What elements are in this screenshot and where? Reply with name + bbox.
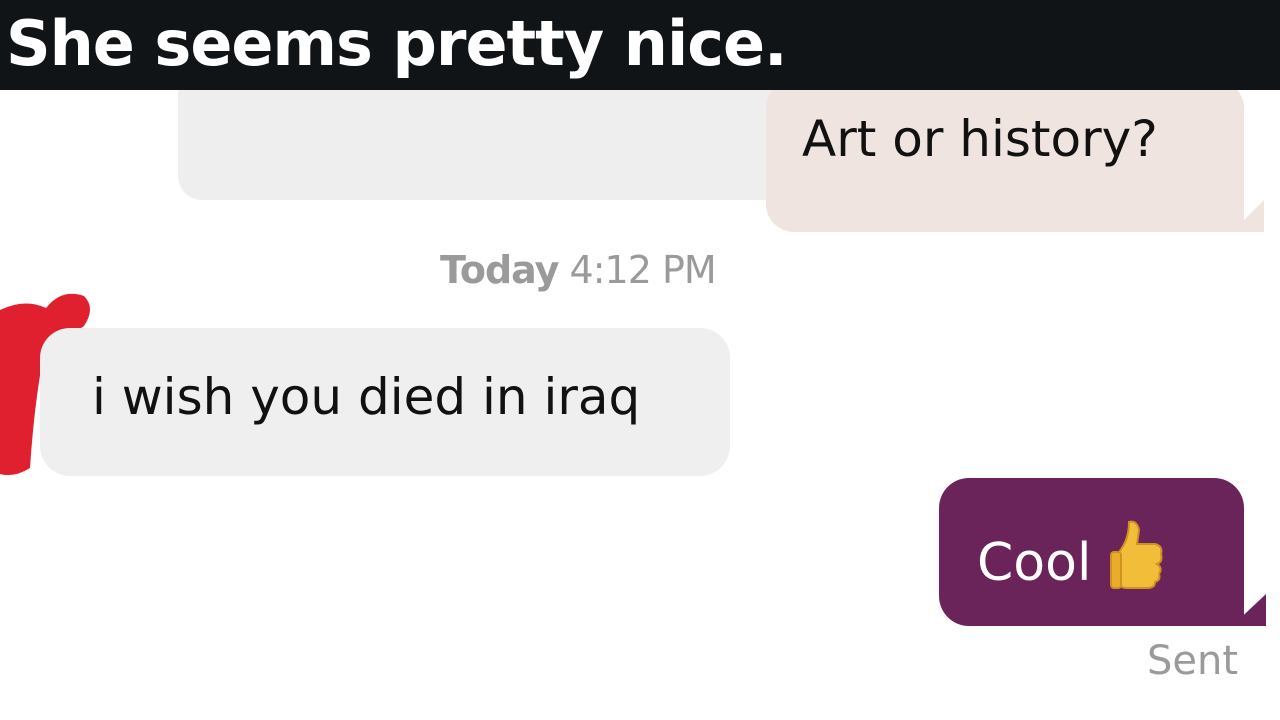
thumbs-up-icon [1109, 518, 1165, 603]
caption-bar: She seems pretty nice. [0, 0, 1280, 90]
bubble-tail [1232, 200, 1264, 232]
caption-text: She seems pretty nice. [6, 7, 788, 80]
bubble-tail [1232, 594, 1266, 626]
message-text: Cool [977, 533, 1092, 593]
message-text: Art or history? [802, 110, 1158, 168]
previous-message-bubble [178, 90, 818, 200]
incoming-message-bubble[interactable]: i wish you died in iraq [40, 328, 730, 476]
timestamp-day: Today [440, 248, 559, 292]
message-text: i wish you died in iraq [92, 368, 641, 426]
timestamp-period: PM [661, 248, 717, 292]
delivery-status: Sent [1147, 638, 1239, 684]
message-timestamp: Today 4:12 PM [440, 248, 717, 292]
outgoing-message-bubble[interactable]: Cool [939, 478, 1244, 626]
timestamp-time: 4:12 [569, 248, 652, 292]
outgoing-message-bubble[interactable]: Art or history? [766, 90, 1244, 232]
message-thread[interactable]: Art or history? Today 4:12 PM i wish you… [0, 90, 1280, 720]
